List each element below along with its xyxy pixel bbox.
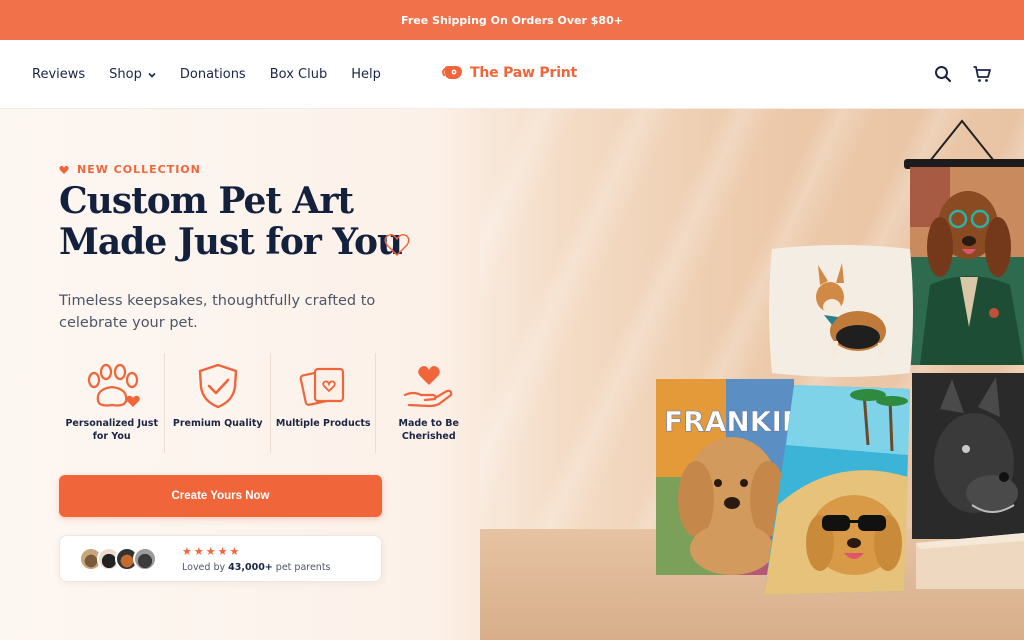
dog-logo-icon	[442, 66, 462, 79]
announcement-bar: Free Shipping On Orders Over $80+	[0, 0, 1024, 40]
feature-products: Multiple Products	[269, 353, 376, 453]
rating-stars: ★★★★★	[182, 545, 242, 558]
feature-cherished: Made to Be Cherished	[375, 353, 481, 453]
feature-personalized: Personalized Just for You	[59, 353, 164, 453]
nav-label: Donations	[179, 67, 246, 82]
search-icon[interactable]	[933, 64, 953, 84]
avatar-group	[79, 547, 157, 571]
hero-title-line2: Made Just for You	[59, 221, 403, 263]
brand-name: The Paw Print	[470, 65, 578, 81]
nav-help[interactable]: Help	[351, 67, 381, 82]
avatar	[133, 547, 157, 571]
cart-icon[interactable]	[972, 64, 992, 84]
nav-label: Reviews	[32, 67, 86, 82]
beach-towel-image	[764, 385, 910, 595]
nav-label: Box Club	[269, 67, 328, 82]
corgi-pillow-image	[769, 245, 913, 377]
heart-icon	[59, 165, 69, 174]
stacked-frames-icon	[299, 367, 345, 406]
eyebrow-label: NEW COLLECTION	[59, 163, 201, 176]
feature-label: Multiple Products	[275, 418, 371, 429]
heart-hand-icon	[403, 366, 452, 408]
chevron-down-icon	[148, 72, 156, 78]
social-suffix: pet parents	[275, 562, 331, 573]
site-header: Reviews Shop Donations Box Club Help The…	[0, 40, 1024, 109]
hero-title: Custom Pet Art Made Just for You	[59, 180, 403, 263]
nav-box-club[interactable]: Box Club	[270, 67, 327, 82]
social-proof-card: ★★★★★ Loved by 43,000+ pet parents	[59, 535, 382, 582]
social-prefix: Loved by	[182, 562, 226, 573]
create-yours-button[interactable]: Create Yours Now	[59, 475, 382, 517]
paw-heart-icon	[87, 363, 140, 407]
feature-premium: Premium Quality	[164, 353, 270, 453]
nav-shop[interactable]: Shop	[109, 67, 156, 82]
social-count: 43,000+	[228, 562, 273, 573]
hero-section: FRANKIE NEW COLLECTION Custom Pet Art Ma…	[0, 109, 1024, 640]
feature-label: Personalized Just for You	[65, 418, 158, 442]
feature-list: Personalized Just for You Premium Qualit…	[59, 353, 481, 453]
nav-label: Help	[351, 67, 381, 82]
main-nav: Reviews Shop Donations Box Club Help	[32, 40, 381, 109]
black-dog-canvas-image	[912, 373, 1024, 539]
hero-subtitle: Timeless keepsakes, thoughtfully crafted…	[59, 293, 376, 331]
hero-title-line1: Custom Pet Art	[59, 180, 354, 222]
wood-block-decoration	[916, 533, 1024, 589]
eyebrow-text: NEW COLLECTION	[77, 163, 201, 176]
announcement-text: Free Shipping On Orders Over $80+	[401, 13, 623, 27]
brand-logo[interactable]: The Paw Print	[442, 64, 577, 82]
nav-reviews[interactable]: Reviews	[32, 67, 85, 82]
nav-label: Shop	[109, 67, 142, 82]
feature-label: Made to Be Cherished	[398, 418, 459, 442]
outline-heart-icon	[384, 234, 410, 256]
shield-check-icon	[198, 363, 237, 409]
feature-label: Premium Quality	[172, 418, 263, 429]
hanging-dog-portrait-image	[904, 119, 1024, 365]
nav-donations[interactable]: Donations	[180, 67, 246, 82]
social-proof-text: Loved by 43,000+ pet parents	[182, 562, 331, 573]
